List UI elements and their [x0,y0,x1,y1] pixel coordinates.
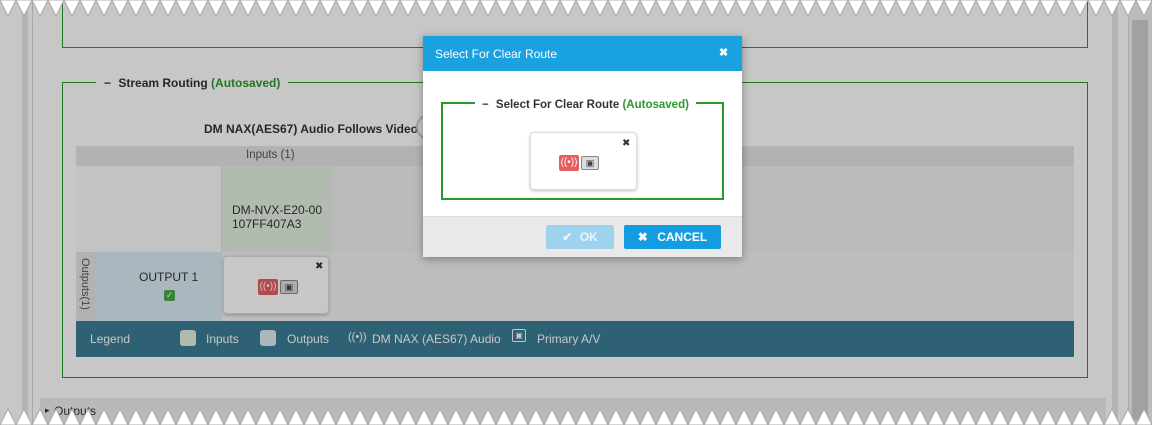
dialog-footer: ✔ OK ✖ CANCEL [423,216,742,257]
clear-route-dialog: Select For Clear Route ✖ − Select For Cl… [423,36,742,257]
dialog-section-title: Select For Clear Route [495,99,620,111]
cancel-button[interactable]: ✖ CANCEL [624,225,721,249]
nax-audio-icon: ((•)) [559,155,579,171]
cancel-label: CANCEL [657,230,708,244]
clear-route-tile[interactable]: ✖ ((•)) ▣ [530,132,637,190]
cancel-icon: ✖ [637,230,648,244]
dialog-fieldset-legend[interactable]: − Select For Clear Route (Autosaved) [475,98,696,112]
dialog-header: Select For Clear Route ✖ [423,36,742,71]
dialog-tile-close-icon[interactable]: ✖ [622,138,630,149]
dialog-title: Select For Clear Route [435,47,558,61]
primary-av-icon: ▣ [581,156,599,170]
ok-button[interactable]: ✔ OK [546,225,614,249]
dialog-autosaved-label: (Autosaved) [622,99,689,111]
check-icon: ✔ [562,230,573,244]
close-icon[interactable]: ✖ [719,46,728,59]
dialog-collapse-icon[interactable]: − [482,99,489,111]
ok-label: OK [579,230,598,244]
